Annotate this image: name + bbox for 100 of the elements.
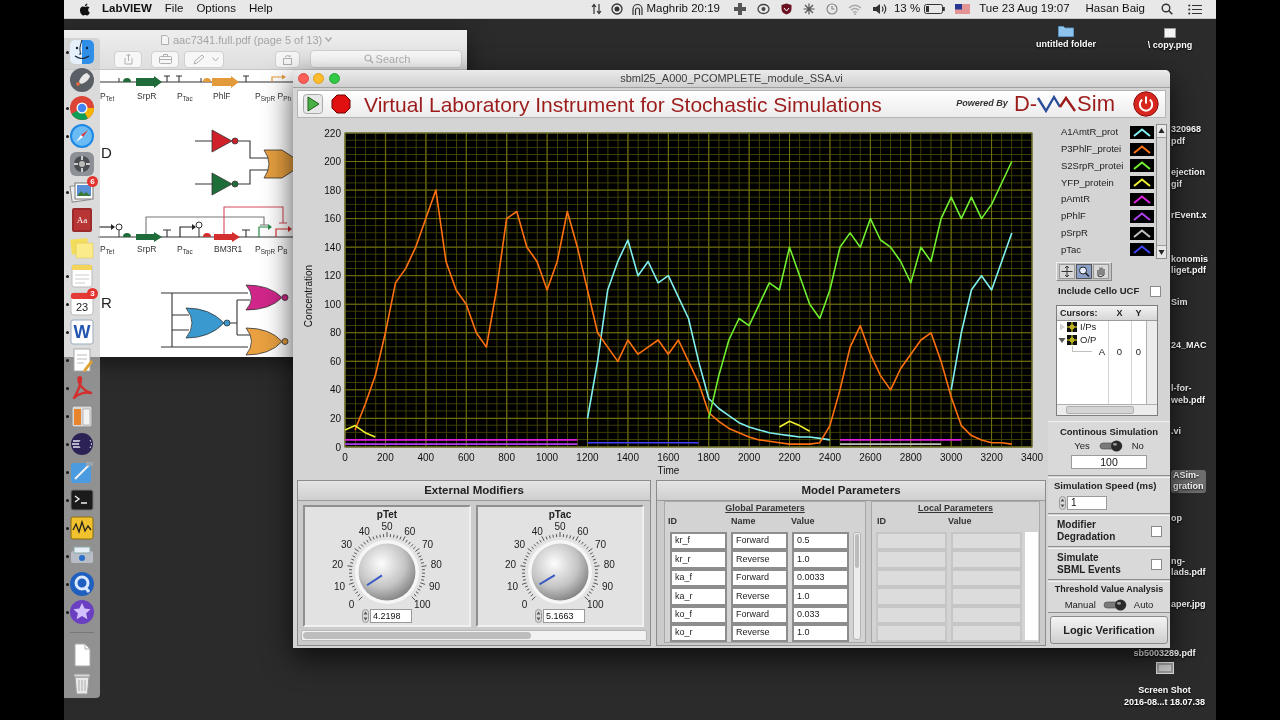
- parameter-field[interactable]: kr_f: [670, 532, 727, 551]
- numeric-field[interactable]: 5.1663: [543, 609, 585, 623]
- asterisk-icon[interactable]: [802, 3, 815, 15]
- toggle-switch[interactable]: [1098, 440, 1123, 452]
- toggle-switch[interactable]: [1102, 599, 1127, 611]
- search-field[interactable]: Search: [310, 50, 462, 69]
- file-name-label[interactable]: l-for- web.pdf: [1171, 383, 1205, 407]
- prayer-time[interactable]: Maghrib 20:19: [646, 0, 720, 18]
- file-name-label[interactable]: rEvent.x: [1171, 210, 1207, 222]
- parameter-field[interactable]: 1.0: [792, 587, 849, 606]
- file-name-label[interactable]: Screen Shot 2016-08...t 18.07.38: [1123, 685, 1206, 708]
- zoom-icon[interactable]: [1076, 264, 1092, 279]
- app-menu[interactable]: LabVIEW: [102, 0, 152, 18]
- part-label: P$_{Tac}$: [177, 244, 193, 255]
- parameter-field[interactable]: kr_r: [670, 550, 727, 569]
- power-icon[interactable]: [1133, 91, 1159, 117]
- scrollbar-thumb[interactable]: [855, 534, 859, 568]
- parameter-field[interactable]: Reverse: [731, 587, 788, 606]
- spin-arrows-icon[interactable]: [362, 609, 369, 623]
- apple-icon[interactable]: [80, 2, 91, 16]
- tree-item[interactable]: I/Ps: [1080, 321, 1097, 334]
- parameter-field[interactable]: Forward: [731, 532, 788, 551]
- spin-arrows-icon[interactable]: [535, 609, 542, 623]
- numeric-field[interactable]: 100: [1071, 455, 1147, 469]
- folder-icon[interactable]: [1058, 25, 1074, 37]
- hand-icon[interactable]: [1093, 264, 1109, 279]
- axis-tick-label: 1200: [576, 452, 599, 463]
- stop-icon[interactable]: [331, 94, 351, 114]
- volume-icon[interactable]: [871, 3, 888, 15]
- play-disc-icon[interactable]: [69, 571, 95, 597]
- image-file-icon[interactable]: [1164, 28, 1176, 38]
- file-name-label[interactable]: ejection gif: [1171, 167, 1205, 191]
- menu-item[interactable]: Help: [249, 0, 273, 18]
- horizontal-scrollbar[interactable]: [301, 630, 647, 641]
- striped-sphere-icon[interactable]: [69, 431, 95, 457]
- terminal-icon[interactable]: [69, 487, 95, 513]
- book-icon[interactable]: Aa: [69, 207, 95, 233]
- zoom-button[interactable]: [329, 73, 340, 84]
- file-name-label[interactable]: sb5003289.pdf: [1133, 648, 1196, 660]
- file-name-label[interactable]: Sim: [1171, 296, 1188, 309]
- tree-item[interactable]: O/P: [1080, 333, 1097, 346]
- file-name-label[interactable]: konomis liget.pdf: [1171, 253, 1208, 277]
- rocket-icon[interactable]: [69, 67, 95, 93]
- crosshair-icon[interactable]: [1059, 264, 1075, 279]
- vertical-scrollbar[interactable]: [1156, 124, 1167, 259]
- close-button[interactable]: [298, 73, 309, 84]
- menu-icon[interactable]: [1188, 3, 1202, 15]
- letter-tile-icon[interactable]: W: [69, 319, 95, 345]
- battery-icon[interactable]: [924, 4, 946, 14]
- shield-icon[interactable]: [780, 3, 792, 15]
- battery-percentage[interactable]: 13 %: [893, 0, 921, 18]
- checkbox[interactable]: [1150, 286, 1161, 297]
- color-ring-icon[interactable]: [69, 95, 95, 121]
- flag-icon[interactable]: [955, 4, 971, 14]
- tree-item[interactable]: A: [1098, 346, 1105, 359]
- checkbox[interactable]: [1151, 558, 1162, 570]
- file-name-label[interactable]: 320968 pdf: [1171, 124, 1202, 147]
- photo-stack-icon[interactable]: [69, 179, 95, 205]
- clock-text[interactable]: Tue 23 Aug 19:07: [979, 0, 1070, 18]
- file-name-label[interactable]: untitled folder: [1036, 39, 1096, 51]
- compass-icon[interactable]: [69, 123, 95, 149]
- scrollbar-thumb[interactable]: [303, 632, 531, 639]
- file-name-label[interactable]: 24_MAC: [1171, 339, 1207, 352]
- gear-icon[interactable]: [69, 151, 95, 177]
- vertical-scrollbar[interactable]: [853, 532, 861, 640]
- expand-triangle-icon[interactable]: [1058, 335, 1066, 344]
- parameter-field[interactable]: 0.5: [792, 532, 849, 551]
- file-name-label[interactable]: aper.jpg: [1171, 599, 1206, 611]
- parameter-field[interactable]: Reverse: [731, 550, 788, 569]
- hammer-tile-icon[interactable]: [69, 459, 95, 485]
- face-tile-icon[interactable]: [69, 39, 95, 65]
- numeric-field[interactable]: 4.2198: [370, 609, 412, 623]
- file-name-label[interactable]: op: [1171, 512, 1182, 525]
- file-name-label[interactable]: \ copy.png: [1147, 40, 1193, 52]
- axis-tick-label: 1400: [616, 452, 639, 463]
- file-name-label[interactable]: ng- lads.pdf: [1171, 555, 1206, 579]
- menu-item[interactable]: Options: [196, 0, 236, 18]
- spin-arrows-icon[interactable]: [1059, 496, 1066, 510]
- ring-icon[interactable]: [756, 3, 770, 15]
- user-name[interactable]: Hasan Baig: [1085, 0, 1145, 18]
- clock-icon[interactable]: [825, 3, 838, 15]
- numeric-field[interactable]: 1: [1067, 496, 1107, 510]
- record-icon[interactable]: [611, 3, 624, 15]
- horizontal-scrollbar[interactable]: [1057, 404, 1157, 415]
- menu-item[interactable]: File: [164, 0, 184, 18]
- waveform-tile-icon[interactable]: [69, 515, 95, 541]
- parameter-field[interactable]: 1.0: [792, 550, 849, 569]
- parameter-field[interactable]: ka_r: [670, 587, 727, 606]
- file-name-label[interactable]: .vi: [1171, 426, 1181, 438]
- cross-icon[interactable]: [733, 3, 746, 15]
- file-name-label[interactable]: ASim- gration: [1171, 469, 1206, 493]
- legend-label: pSrpR: [1061, 226, 1089, 241]
- sync-arrows-icon[interactable]: [591, 3, 603, 15]
- image-thumbnail-icon[interactable]: [1155, 662, 1174, 674]
- search-icon[interactable]: [1161, 3, 1173, 15]
- scrollbar-thumb[interactable]: [1066, 406, 1134, 414]
- checkbox[interactable]: [1151, 525, 1162, 537]
- logic-verification-button[interactable]: Logic Verification: [1050, 616, 1168, 644]
- arch-icon[interactable]: [632, 3, 644, 15]
- vertical-scrollbar[interactable]: [1146, 321, 1157, 404]
